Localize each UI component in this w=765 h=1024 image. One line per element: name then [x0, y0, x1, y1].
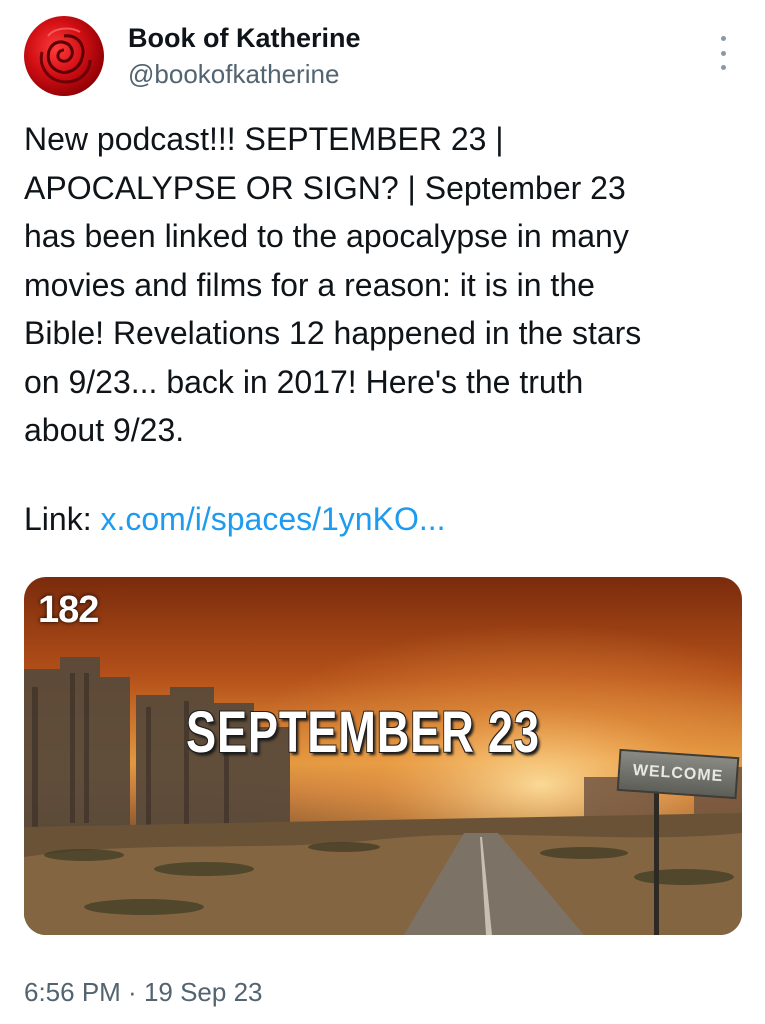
rose-icon	[39, 27, 92, 84]
spaces-link[interactable]: x.com/i/spaces/1ynKO...	[100, 501, 445, 537]
display-name[interactable]: Book of Katherine	[128, 22, 361, 54]
episode-number: 182	[38, 589, 99, 631]
separator: ·	[120, 977, 144, 1007]
more-options-button[interactable]	[712, 36, 734, 70]
link-prefix: Link:	[24, 501, 101, 537]
tweet-text: New podcast!!! SEPTEMBER 23 | APOCALYPSE…	[24, 121, 642, 448]
tweet-header: Book of Katherine @bookofkatherine	[24, 14, 744, 100]
tweet-timestamp[interactable]: 6:56 PM · 19 Sep 23	[24, 975, 263, 1009]
avatar[interactable]	[24, 16, 104, 96]
media-image[interactable]: 182 SEPTEMBER 23 WELCOME	[24, 577, 742, 935]
author-names: Book of Katherine @bookofkatherine	[128, 22, 361, 91]
date: 19 Sep 23	[143, 977, 263, 1007]
time: 6:56 PM	[24, 977, 121, 1007]
more-dot-icon	[720, 36, 726, 41]
media-title: SEPTEMBER 23	[186, 700, 540, 765]
welcome-sign: WELCOME	[616, 748, 740, 800]
link-line: Link: x.com/i/spaces/1ynKO...	[24, 495, 446, 543]
handle[interactable]: @bookofkatherine	[128, 57, 361, 91]
more-dot-icon	[720, 50, 726, 56]
more-dot-icon	[720, 65, 726, 70]
